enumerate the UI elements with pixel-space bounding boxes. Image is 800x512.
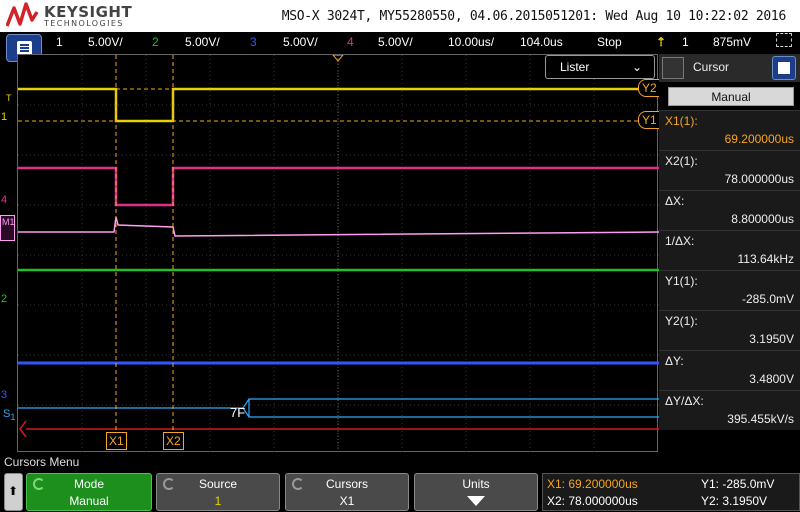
cursor-row-x2: X2(1): 78.000000us [659,150,800,190]
time-delay[interactable]: 104.0us [520,35,563,49]
row-label: ΔY: [665,354,684,368]
title-bar: KEYSIGHT TECHNOLOGIES MSO-X 3024T, MY552… [0,0,800,32]
ch4-ground-marker[interactable]: 4 [1,194,7,206]
keysight-logo: KEYSIGHT TECHNOLOGIES [5,2,136,30]
row-value: -285.0mV [741,292,794,306]
cursor-row-x1: X1(1): 69.200000us [659,110,800,150]
ch2-scale[interactable]: 5.00V/ [185,35,220,49]
timebase-scale[interactable]: 10.00us/ [448,35,494,49]
trigger-level-marker: T [6,93,12,103]
ch3-ground-marker[interactable]: 3 [1,389,7,401]
row-label: ΔX: [665,194,685,208]
units-softkey[interactable]: Units [414,473,538,511]
cursor-mode-button[interactable]: Manual [668,87,794,106]
trigger-level[interactable]: 875mV [713,35,751,49]
cursor-panel: Cursor Manual X1(1): 69.200000us X2(1): … [659,54,800,452]
ch1-ground-marker[interactable]: 1 [1,111,7,123]
ch3-number[interactable]: 3 [250,35,257,49]
readout-y2: Y2: 3.1950V [701,494,768,508]
trigger-rising-edge-icon: ⇡ [656,35,667,49]
menu-title: Cursors Menu [4,455,80,469]
row-value: 69.200000us [724,132,794,146]
ch1-number[interactable]: 1 [56,35,63,49]
cursors-softkey-value: X1 [339,494,355,508]
source-softkey[interactable]: Source 1 [156,473,280,511]
mode-softkey[interactable]: Mode Manual [26,473,152,511]
menu-up-button[interactable]: ⬆ [4,473,23,511]
cursor-panel-menu-button[interactable] [772,56,796,80]
keysight-wave-icon [5,2,39,27]
cursor-panel-header: Cursor [659,54,800,82]
source-softkey-value: 1 [214,494,222,508]
waveform-canvas [18,54,660,453]
ch2-ground-marker[interactable]: 2 [1,293,7,305]
cursor-panel-title: Cursor [693,60,730,74]
row-value: 78.000000us [724,172,794,186]
brand-subtitle: TECHNOLOGIES [44,19,124,28]
readout-y1: Y1: -285.0mV [701,477,775,491]
zoom-icon[interactable] [776,33,792,47]
y1-cursor-label[interactable]: Y1 [638,111,660,129]
cursor-panel-icon[interactable] [662,57,684,79]
row-value: 113.64kHz [737,252,794,266]
softkey-bar: ⬆ Mode Manual Source 1 Cursors X1 Units … [0,473,800,512]
ch1-scale[interactable]: 5.00V/ [88,35,123,49]
run-state[interactable]: Stop [597,35,622,49]
x2-cursor-label[interactable]: X2 [163,432,184,450]
row-label: Y1(1): [665,274,698,288]
ch3-scale[interactable]: 5.00V/ [283,35,318,49]
listener-label: Lister [560,60,590,74]
chevron-down-icon: ⌄ [631,60,642,74]
row-value: 3.4800V [749,372,794,386]
menu-icon [778,62,790,74]
up-arrow-icon: ⬆ [8,484,19,498]
ch4-scale[interactable]: 5.00V/ [378,35,413,49]
row-label: Y2(1): [665,314,698,328]
cursors-softkey-title: Cursors [325,477,368,491]
instrument-info: MSO-X 3024T, MY55280550, 04.06.201505120… [281,9,787,24]
mode-softkey-title: Mode [73,477,105,491]
timeline-left-arrow [19,420,27,438]
math-ground-marker[interactable]: M1 [0,215,15,241]
trigger-source[interactable]: 1 [682,35,689,49]
mode-softkey-value: Manual [69,494,109,508]
down-arrow-icon [467,496,485,506]
cursors-softkey[interactable]: Cursors X1 [285,473,409,511]
row-label: 1/ΔX: [665,234,695,248]
cursor-row-slope: ΔY/ΔX: 395.455kV/s [659,390,800,430]
cursor-readout: X1: 69.200000us X2: 78.000000us Y1: -285… [542,473,800,511]
readout-x2: X2: 78.000000us [547,494,638,508]
ch2-number[interactable]: 2 [152,35,159,49]
bus-decode-value: 7F [230,405,246,420]
x1-cursor-label[interactable]: X1 [106,432,127,450]
cursor-row-delta-x: ΔX: 8.800000us [659,190,800,230]
listener-dropdown[interactable]: Lister ⌄ [545,55,655,79]
bus-trace-packet [242,398,659,418]
row-value: 395.455kV/s [727,412,794,426]
ch4-number[interactable]: 4 [347,35,354,49]
cursor-row-y2: Y2(1): 3.1950V [659,310,800,350]
cursor-row-frequency: 1/ΔX: 113.64kHz [659,230,800,270]
row-label: ΔY/ΔX: [665,394,704,408]
row-label: X1(1): [665,114,698,128]
y2-cursor-label[interactable]: Y2 [638,79,660,97]
source-softkey-title: Source [198,477,238,491]
row-value: 8.800000us [731,212,794,226]
waveform-display[interactable]: Y2 Y1 X1 X2 7F [17,54,660,453]
cursor-row-delta-y: ΔY: 3.4800V [659,350,800,390]
menu-icon [17,41,32,55]
bus-marker[interactable]: S1 [3,408,15,422]
row-value: 3.1950V [749,332,794,346]
units-softkey-title: Units [462,477,490,491]
readout-x1: X1: 69.200000us [547,477,638,491]
status-bar: 1 5.00V/ 2 5.00V/ 3 5.00V/ 4 5.00V/ 10.0… [0,32,800,54]
bus-marker-index: 1 [10,412,16,423]
row-label: X2(1): [665,154,698,168]
cursor-row-y1: Y1(1): -285.0mV [659,270,800,310]
